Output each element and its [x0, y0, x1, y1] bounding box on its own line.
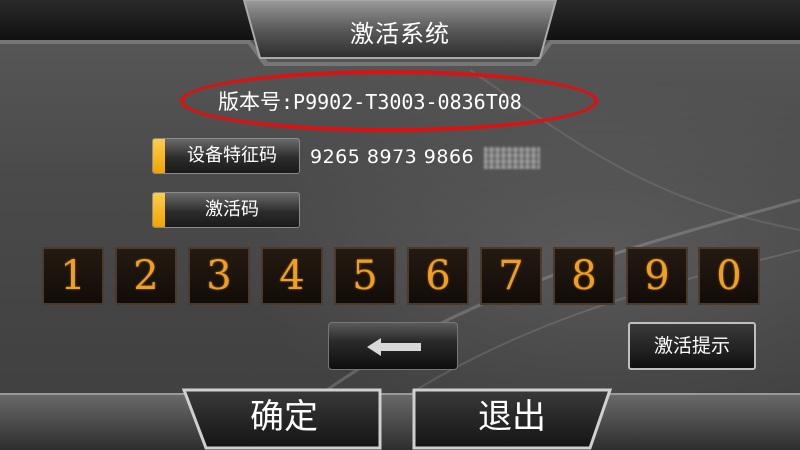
bottom-frame — [0, 388, 800, 450]
version-row: 版本号:P9902-T3003-0836T08 — [180, 70, 602, 136]
version-value: :P9902-T3003-0836T08 — [281, 90, 522, 114]
key-4[interactable]: 4 — [261, 247, 323, 305]
key-6[interactable]: 6 — [407, 247, 469, 305]
backspace-button[interactable] — [328, 322, 458, 370]
activation-screen: 激活系统 版本号:P9902-T3003-0836T08 设备特征码 9265 … — [0, 0, 800, 450]
key-8[interactable]: 8 — [553, 247, 615, 305]
activation-code-button[interactable]: 激活码 — [152, 192, 300, 228]
key-0[interactable]: 0 — [698, 247, 760, 305]
device-code-digits: 9265 8973 9866 — [310, 146, 475, 168]
device-code-value: 9265 8973 9866 — [310, 141, 541, 173]
numeric-keypad: 1 2 3 4 5 6 7 8 9 0 — [42, 247, 760, 305]
version-line: 版本号:P9902-T3003-0836T08 — [218, 86, 578, 118]
label-accent-bar — [153, 139, 165, 173]
device-code-button[interactable]: 设备特征码 — [152, 138, 300, 174]
key-2[interactable]: 2 — [115, 247, 177, 305]
confirm-button[interactable]: 确定 — [186, 393, 382, 441]
label-accent-bar — [153, 193, 165, 227]
activation-code-label: 激活码 — [205, 199, 259, 220]
exit-button[interactable]: 退出 — [414, 393, 610, 441]
activation-hint-button[interactable]: 激活提示 — [628, 322, 756, 370]
window-title: 激活系统 — [350, 20, 450, 48]
left-arrow-icon — [367, 338, 421, 356]
key-1[interactable]: 1 — [42, 247, 104, 305]
masked-digits — [484, 146, 541, 169]
key-7[interactable]: 7 — [480, 247, 542, 305]
key-5[interactable]: 5 — [334, 247, 396, 305]
key-9[interactable]: 9 — [626, 247, 688, 305]
device-code-label: 设备特征码 — [187, 145, 277, 166]
key-3[interactable]: 3 — [188, 247, 250, 305]
version-label: 版本号 — [218, 90, 281, 114]
